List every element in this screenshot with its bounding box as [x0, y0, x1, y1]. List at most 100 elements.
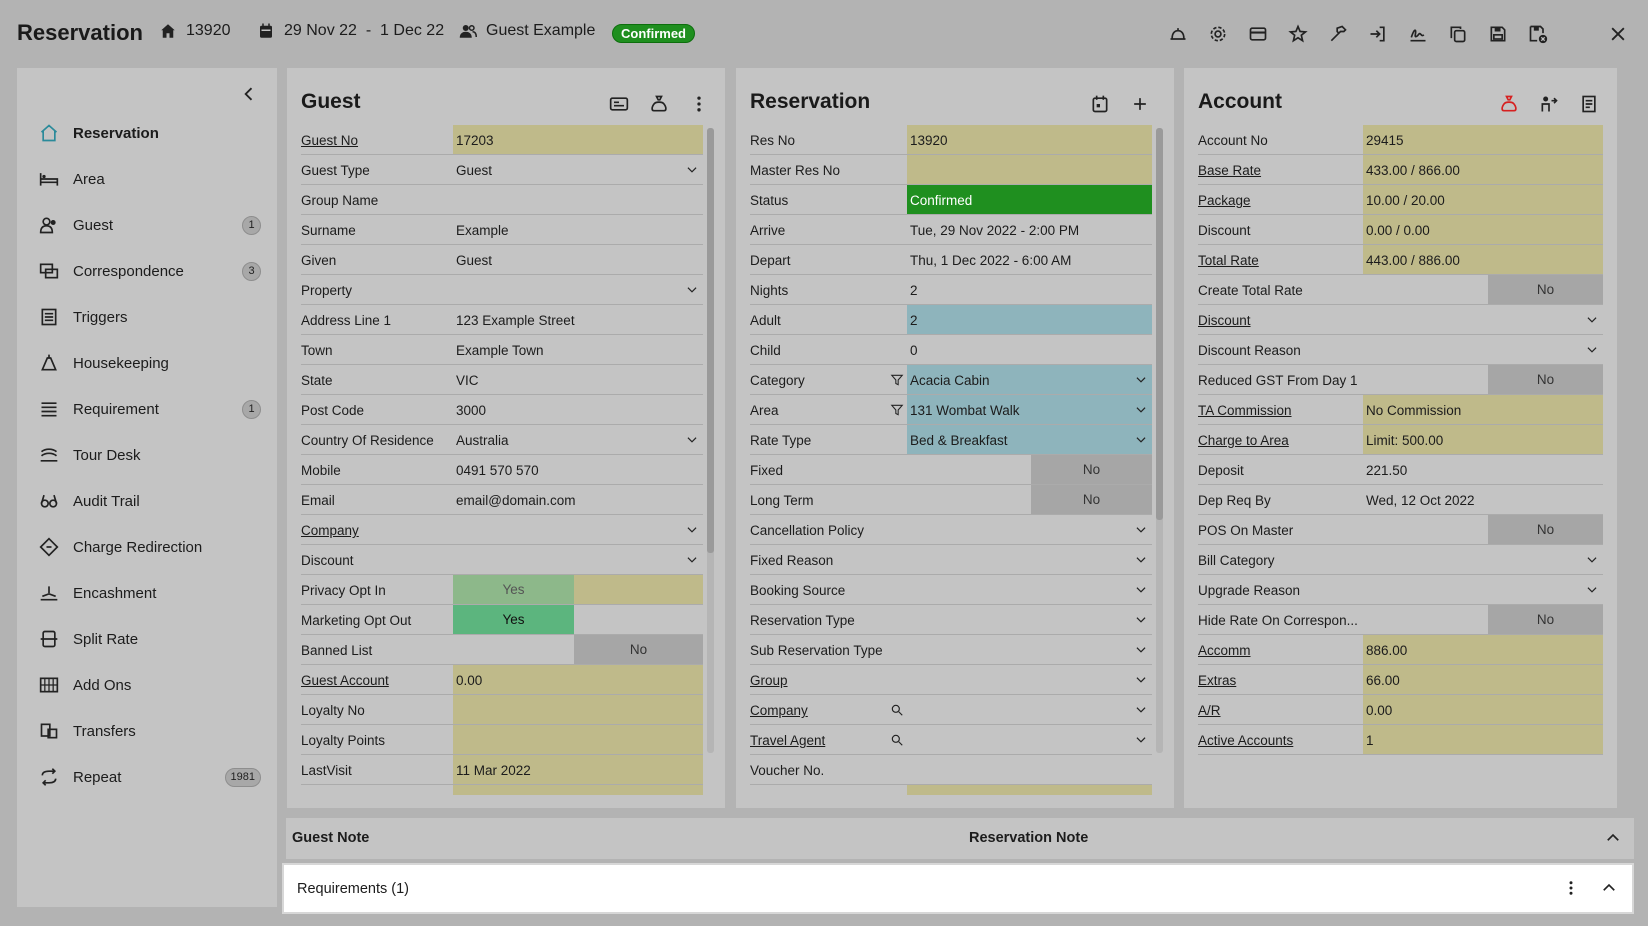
- guest-note-tab[interactable]: Guest Note: [292, 830, 369, 846]
- add-reservation-button[interactable]: [1120, 92, 1160, 116]
- save-and-close-button[interactable]: [1518, 22, 1558, 46]
- deposit-row[interactable]: Deposit 221.50: [1198, 455, 1603, 485]
- check-in-button[interactable]: [1358, 22, 1398, 46]
- email-row[interactable]: Email email@domain.com: [301, 485, 703, 515]
- booking-source-row[interactable]: Booking Source: [750, 575, 1152, 605]
- rate-type-row[interactable]: Rate Type Bed & Breakfast: [750, 425, 1152, 455]
- surname-row[interactable]: Surname Example: [301, 215, 703, 245]
- sidebar-item-triggers[interactable]: Triggers: [17, 294, 277, 340]
- reservation-note-tab[interactable]: Reservation Note: [969, 830, 1088, 846]
- upgrade-reason-row[interactable]: Upgrade Reason: [1198, 575, 1603, 605]
- mobile-row[interactable]: Mobile 0491 570 570: [301, 455, 703, 485]
- loyalty-button[interactable]: [1278, 22, 1318, 46]
- sidebar-item-encashment[interactable]: Encashment: [17, 570, 277, 616]
- bill-category-row[interactable]: Bill Category: [1198, 545, 1603, 575]
- depart-row[interactable]: Depart Thu, 1 Dec 2022 - 6:00 AM: [750, 245, 1152, 275]
- reservation-scrollbar[interactable]: [1156, 128, 1163, 520]
- address-line-1-row[interactable]: Address Line 1 123 Example Street: [301, 305, 703, 335]
- discount-select-label[interactable]: Discount: [1198, 313, 1251, 328]
- sub-reservation-type-row[interactable]: Sub Reservation Type: [750, 635, 1152, 665]
- sidebar-item-guest[interactable]: Guest 1: [17, 202, 277, 248]
- total-rate-label[interactable]: Total Rate: [1198, 253, 1259, 268]
- sidebar-item-split-rate[interactable]: Split Rate: [17, 616, 277, 662]
- save-button[interactable]: [1478, 22, 1518, 46]
- dep-req-by-row[interactable]: Dep Req By Wed, 12 Oct 2022: [1198, 485, 1603, 515]
- guest-account-label[interactable]: Guest Account: [301, 673, 389, 688]
- base-rate-label[interactable]: Base Rate: [1198, 163, 1261, 178]
- charge-to-area-label[interactable]: Charge to Area: [1198, 433, 1289, 448]
- active-accounts-label[interactable]: Active Accounts: [1198, 733, 1293, 748]
- chevron-up-icon[interactable]: [1600, 879, 1618, 897]
- sidebar-item-requirement[interactable]: Requirement 1: [17, 386, 277, 432]
- discount-row[interactable]: Discount: [301, 545, 703, 575]
- res-company-row[interactable]: Company: [750, 695, 1152, 725]
- marketing-opt-out-toggle[interactable]: Yes: [453, 605, 574, 634]
- company-row[interactable]: Company: [301, 515, 703, 545]
- chevron-up-icon[interactable]: [1604, 829, 1622, 847]
- copy-button[interactable]: [1438, 22, 1478, 46]
- sidebar-item-transfers[interactable]: Transfers: [17, 708, 277, 754]
- sidebar-item-repeat[interactable]: Repeat 1981: [17, 754, 277, 800]
- country-row[interactable]: Country Of Residence Australia: [301, 425, 703, 455]
- extras-label[interactable]: Extras: [1198, 673, 1236, 688]
- hide-rate-toggle[interactable]: No: [1488, 605, 1603, 634]
- sidebar-item-add-ons[interactable]: Add Ons: [17, 662, 277, 708]
- town-row[interactable]: Town Example Town: [301, 335, 703, 365]
- sidebar-item-housekeeping[interactable]: Housekeeping: [17, 340, 277, 386]
- more-vertical-icon[interactable]: [1562, 879, 1580, 897]
- group-row[interactable]: Group: [750, 665, 1152, 695]
- signature-button[interactable]: [1398, 22, 1438, 46]
- category-row[interactable]: Category Acacia Cabin: [750, 365, 1152, 395]
- group-label[interactable]: Group: [750, 673, 788, 688]
- arrive-row[interactable]: Arrive Tue, 29 Nov 2022 - 2:00 PM: [750, 215, 1152, 245]
- company-label[interactable]: Company: [301, 523, 359, 538]
- guest-money-bag-button[interactable]: [639, 92, 679, 116]
- privacy-opt-in-off[interactable]: [574, 575, 703, 604]
- account-money-bag-button[interactable]: [1489, 92, 1529, 116]
- reservation-type-row[interactable]: Reservation Type: [750, 605, 1152, 635]
- settings-button[interactable]: [1198, 22, 1238, 46]
- given-row[interactable]: Given Guest: [301, 245, 703, 275]
- sidebar-item-reservation[interactable]: Reservation: [17, 110, 277, 156]
- res-company-label[interactable]: Company: [750, 703, 808, 718]
- filter-icon[interactable]: [890, 403, 904, 417]
- post-code-row[interactable]: Post Code 3000: [301, 395, 703, 425]
- state-row[interactable]: State VIC: [301, 365, 703, 395]
- guest-type-row[interactable]: Guest Type Guest: [301, 155, 703, 185]
- sidebar-item-area[interactable]: Area: [17, 156, 277, 202]
- accomm-label[interactable]: Accomm: [1198, 643, 1251, 658]
- search-icon[interactable]: [890, 703, 904, 717]
- guest-no-label[interactable]: Guest No: [301, 133, 358, 148]
- guest-more-button[interactable]: [679, 92, 719, 116]
- bell-service-button[interactable]: [1158, 22, 1198, 46]
- discount-reason-row[interactable]: Discount Reason: [1198, 335, 1603, 365]
- guest-scrollbar[interactable]: [707, 128, 714, 553]
- reservation-calendar-button[interactable]: [1080, 92, 1120, 116]
- discount-select-row[interactable]: Discount: [1198, 305, 1603, 335]
- requirements-bar[interactable]: Requirements (1): [282, 863, 1634, 914]
- travel-agent-label[interactable]: Travel Agent: [750, 733, 825, 748]
- ar-label[interactable]: A/R: [1198, 703, 1221, 718]
- sidebar-item-correspondence[interactable]: Correspondence 3: [17, 248, 277, 294]
- cancellation-policy-row[interactable]: Cancellation Policy: [750, 515, 1152, 545]
- payment-button[interactable]: [1238, 22, 1278, 46]
- account-invoice-button[interactable]: [1569, 92, 1609, 116]
- sidebar-item-audit-trail[interactable]: Audit Trail: [17, 478, 277, 524]
- close-button[interactable]: [1598, 22, 1638, 46]
- search-icon[interactable]: [890, 733, 904, 747]
- fixed-toggle[interactable]: No: [1031, 455, 1152, 484]
- travel-agent-row[interactable]: Travel Agent: [750, 725, 1152, 755]
- collapse-sidebar-icon[interactable]: [239, 84, 259, 104]
- package-label[interactable]: Package: [1198, 193, 1251, 208]
- adult-row[interactable]: Adult 2: [750, 305, 1152, 335]
- area-row[interactable]: Area 131 Wombat Walk: [750, 395, 1152, 425]
- child-row[interactable]: Child 0: [750, 335, 1152, 365]
- sidebar-item-charge-redirection[interactable]: Charge Redirection: [17, 524, 277, 570]
- filter-icon[interactable]: [890, 373, 904, 387]
- sidebar-item-tour-desk[interactable]: Tour Desk: [17, 432, 277, 478]
- create-total-rate-toggle[interactable]: No: [1488, 275, 1603, 304]
- privacy-opt-in-toggle[interactable]: Yes: [453, 575, 574, 604]
- property-row[interactable]: Property: [301, 275, 703, 305]
- reduced-gst-toggle[interactable]: No: [1488, 365, 1603, 394]
- fixed-reason-row[interactable]: Fixed Reason: [750, 545, 1152, 575]
